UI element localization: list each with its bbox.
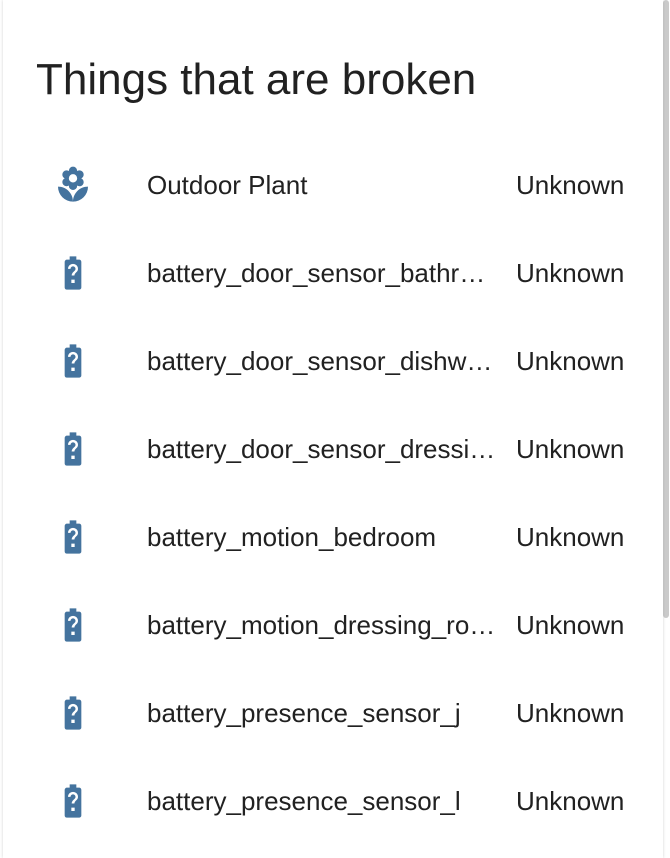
entity-name: Outdoor Plant [147,170,308,200]
entity-state: Unknown [516,522,625,552]
entity-row[interactable]: battery_motion_dressing_room Unknown [3,581,663,669]
entity-row[interactable]: battery_door_sensor_bathroom Unknown [3,229,663,317]
battery-unknown-icon [53,253,93,293]
entity-name: battery_door_sensor_bathroom [147,258,499,288]
entity-row[interactable]: battery_motion_bedroom Unknown [3,493,663,581]
entity-state: Unknown [516,434,625,464]
entity-name: battery_presence_sensor_j [147,698,461,728]
entity-name: battery_door_sensor_dishwasher [147,346,499,376]
battery-unknown-icon [53,693,93,733]
entity-state: Unknown [516,786,625,816]
battery-unknown-icon [53,517,93,557]
entity-name: battery_motion_dressing_room [147,610,499,640]
entity-state: Unknown [516,170,625,200]
battery-unknown-icon [53,429,93,469]
entity-state: Unknown [516,610,625,640]
flower-icon [53,165,93,205]
entity-row[interactable]: Outdoor Plant Unknown [3,141,663,229]
entity-name: battery_door_sensor_dressing_room [147,434,499,464]
entities-card: Things that are broken Outdoor Plant Unk… [3,0,663,858]
card-title: Things that are broken [36,55,477,104]
entity-name: battery_motion_bedroom [147,522,437,552]
entity-row[interactable]: battery_presence_sensor_j Unknown [3,669,663,757]
battery-unknown-icon [53,605,93,645]
battery-unknown-icon [53,341,93,381]
entity-state: Unknown [516,346,625,376]
entity-row[interactable]: battery_presence_sensor_l Unknown [3,757,663,845]
entity-name: battery_presence_sensor_l [147,786,461,816]
entity-row[interactable]: battery_door_sensor_dishwasher Unknown [3,317,663,405]
entity-row[interactable]: battery_door_sensor_dressing_room Unknow… [3,405,663,493]
scrollbar[interactable] [663,0,669,618]
battery-unknown-icon [53,781,93,821]
entity-list: Outdoor Plant Unknown battery_door_senso… [3,141,663,845]
entity-state: Unknown [516,698,625,728]
entity-state: Unknown [516,258,625,288]
